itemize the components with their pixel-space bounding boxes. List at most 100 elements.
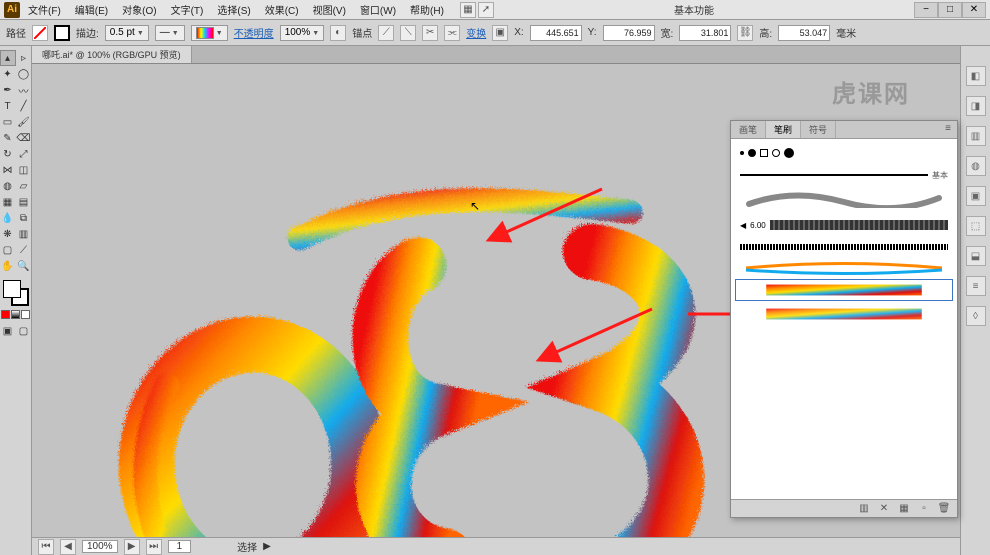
menu-select[interactable]: 选择(S) xyxy=(211,0,256,19)
perspective-tool[interactable]: ▱ xyxy=(16,178,32,194)
stroke-weight-select[interactable]: 0.5 pt xyxy=(105,25,149,41)
menu-view[interactable]: 视图(V) xyxy=(307,0,352,19)
stroke-swatch[interactable] xyxy=(54,25,70,41)
menu-object[interactable]: 对象(O) xyxy=(116,0,162,19)
pencil-tool[interactable]: ✎ xyxy=(0,130,16,146)
brush-row-art2[interactable] xyxy=(735,279,953,301)
y-input[interactable] xyxy=(603,25,655,41)
gradient-mode-icon[interactable] xyxy=(11,310,20,319)
brush-def-select[interactable] xyxy=(191,25,228,41)
graph-tool[interactable]: ▥ xyxy=(16,226,32,242)
dock-color-icon[interactable]: ◧ xyxy=(966,66,986,86)
curvature-tool[interactable]: 〰 xyxy=(16,82,32,98)
delete-brush-icon[interactable]: 🗑 xyxy=(937,502,951,516)
paintbrush-tool[interactable]: 🖌 xyxy=(16,114,32,130)
link-wh-icon[interactable]: ⛓ xyxy=(737,25,753,41)
brush-row-calligraphic[interactable] xyxy=(735,187,953,213)
w-input[interactable] xyxy=(679,25,731,41)
window-maximize[interactable]: □ xyxy=(938,2,962,18)
eraser-tool[interactable]: ⌫ xyxy=(16,130,32,146)
magic-wand-tool[interactable]: ✦ xyxy=(0,66,16,82)
document-tab[interactable]: 哪吒.ai* @ 100% (RGB/GPU 预览) xyxy=(32,46,192,63)
bridge-icon[interactable]: ▦ xyxy=(460,2,476,18)
gradient-tool[interactable]: ▤ xyxy=(16,194,32,210)
panel-tab-2[interactable]: 符号 xyxy=(801,121,836,138)
direct-selection-tool[interactable]: ▹ xyxy=(16,50,32,66)
window-minimize[interactable]: − xyxy=(914,2,938,18)
width-tool[interactable]: ⋈ xyxy=(0,162,16,178)
brush-row-basic[interactable]: 基本 xyxy=(735,165,953,185)
brushes-panel[interactable]: 画笔 笔刷 符号 ≡ 基本 ◀6.00 xyxy=(730,120,958,518)
menu-file[interactable]: 文件(F) xyxy=(22,0,67,19)
screen-mode-full[interactable]: ▢ xyxy=(16,323,32,339)
selection-tool[interactable]: ▴ xyxy=(0,50,16,66)
transform-link[interactable]: 变换 xyxy=(466,25,486,40)
connect-anchor-icon[interactable]: ⫘ xyxy=(444,25,460,41)
zoom-tool[interactable]: 🔍 xyxy=(16,258,32,274)
remove-anchor-icon[interactable]: ✂ xyxy=(422,25,438,41)
menu-help[interactable]: 帮助(H) xyxy=(404,0,450,19)
new-brush-icon[interactable]: ▫ xyxy=(917,502,931,516)
first-artboard-icon[interactable]: ⏮ xyxy=(38,539,54,555)
eyedropper-tool[interactable]: 💧 xyxy=(0,210,16,226)
recolor-icon[interactable]: ◐ xyxy=(330,25,346,41)
menu-type[interactable]: 文字(T) xyxy=(165,0,210,19)
menu-effect[interactable]: 效果(C) xyxy=(259,0,305,19)
shape-builder-tool[interactable]: ◍ xyxy=(0,178,16,194)
convert-smooth-icon[interactable]: ⟋ xyxy=(378,25,394,41)
vsp-select[interactable]: — xyxy=(155,25,185,41)
arrange-icon[interactable]: ➚ xyxy=(478,2,494,18)
mesh-tool[interactable]: ▦ xyxy=(0,194,16,210)
opacity-link[interactable]: 不透明度 xyxy=(234,25,274,40)
slice-tool[interactable]: ⟋ xyxy=(16,242,32,258)
panel-tab-0[interactable]: 画笔 xyxy=(731,121,766,138)
rectangle-tool[interactable]: ▭ xyxy=(0,114,16,130)
brush-row-art1[interactable] xyxy=(735,259,953,277)
brush-row-dots[interactable] xyxy=(735,143,953,163)
hand-tool[interactable]: ✋ xyxy=(0,258,16,274)
artboard-nav-input[interactable]: 1 xyxy=(168,540,192,553)
zoom-display[interactable]: 100% xyxy=(82,540,118,553)
brush-row-charcoal[interactable] xyxy=(735,237,953,257)
rotate-tool[interactable]: ↻ xyxy=(0,146,16,162)
fill-stroke-control[interactable] xyxy=(3,280,29,306)
none-mode-icon[interactable] xyxy=(21,310,30,319)
dock-gradient-icon[interactable]: ◍ xyxy=(966,156,986,176)
last-artboard-icon[interactable]: ⏭ xyxy=(146,539,162,555)
brush-row-preset[interactable]: ◀6.00 xyxy=(735,215,953,235)
dock-graphic-styles-icon[interactable]: ⬓ xyxy=(966,246,986,266)
brush-library-icon[interactable]: ▥ xyxy=(857,502,871,516)
brush-row-art3[interactable] xyxy=(735,303,953,325)
dock-layers-icon[interactable]: ≡ xyxy=(966,276,986,296)
panel-tab-1[interactable]: 笔刷 xyxy=(766,121,801,138)
convert-corner-icon[interactable]: ⟍ xyxy=(400,25,416,41)
prev-artboard-icon[interactable]: ◀ xyxy=(60,539,76,555)
menu-window[interactable]: 窗口(W) xyxy=(354,0,402,19)
remove-brush-stroke-icon[interactable]: ✕ xyxy=(877,502,891,516)
dock-swatches-icon[interactable]: ◨ xyxy=(966,96,986,116)
opacity-select[interactable]: 100% xyxy=(280,25,325,41)
window-close[interactable]: ✕ xyxy=(962,2,986,18)
ref-point-icon[interactable]: ▣ xyxy=(492,25,508,41)
panel-menu-icon[interactable]: ≡ xyxy=(939,121,957,138)
x-input[interactable] xyxy=(530,25,582,41)
dock-stroke-icon[interactable]: ▥ xyxy=(966,126,986,146)
lasso-tool[interactable]: ◯ xyxy=(16,66,32,82)
brush-options-icon[interactable]: ▦ xyxy=(897,502,911,516)
next-artboard-icon[interactable]: ▶ xyxy=(124,539,140,555)
dock-symbols-icon[interactable]: ◊ xyxy=(966,306,986,326)
workspace-label[interactable]: 基本功能 xyxy=(674,2,714,17)
fill-swatch[interactable] xyxy=(32,25,48,41)
pen-tool[interactable]: ✒ xyxy=(0,82,16,98)
screen-mode-normal[interactable]: ▣ xyxy=(0,323,16,339)
line-tool[interactable]: ╱ xyxy=(16,98,32,114)
free-transform-tool[interactable]: ◫ xyxy=(16,162,32,178)
type-tool[interactable]: T xyxy=(0,98,16,114)
symbol-sprayer-tool[interactable]: ❋ xyxy=(0,226,16,242)
dock-appearance-icon[interactable]: ⬚ xyxy=(966,216,986,236)
h-input[interactable] xyxy=(778,25,830,41)
menu-edit[interactable]: 编辑(E) xyxy=(69,0,114,19)
scale-tool[interactable]: ⤢ xyxy=(16,146,32,162)
artboard-tool[interactable]: ▢ xyxy=(0,242,16,258)
blend-tool[interactable]: ⧉ xyxy=(16,210,32,226)
